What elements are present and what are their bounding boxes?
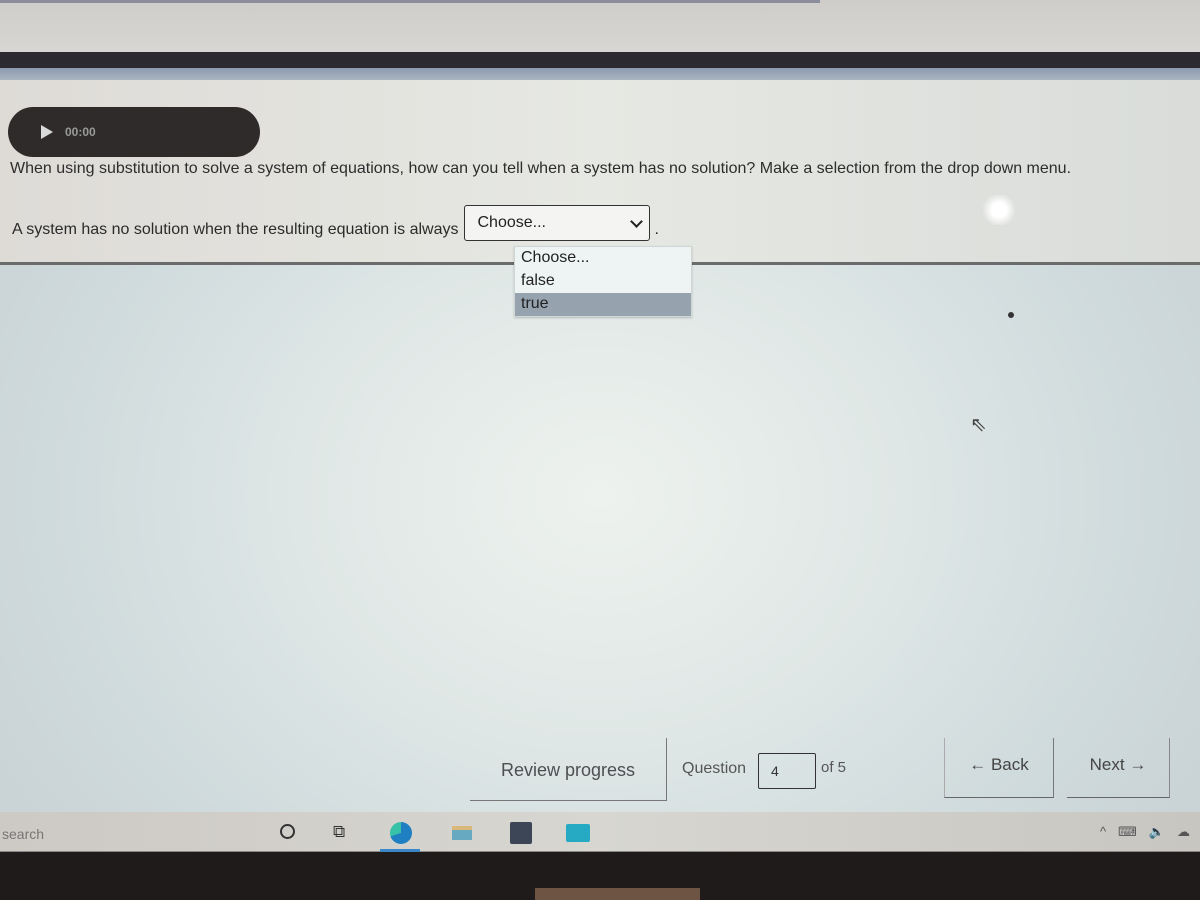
onedrive-icon[interactable]: ☁ [1177,824,1190,840]
answer-select[interactable]: Choose... [464,205,651,241]
screen-dot [1008,312,1014,318]
cortana-icon[interactable] [280,824,295,839]
system-tray: ^ ⌨ 🔈 ☁ [1100,824,1190,840]
header-dark-band [0,52,1200,68]
question-total-label: of 5 [821,759,847,776]
navigation-bar: Review progress Question of 5 ← Back Nex… [0,738,1200,802]
answer-row: A system has no solution when the result… [12,205,659,241]
question-text: When using substitution to solve a syste… [10,160,1072,177]
select-value: Choose... [477,214,546,231]
question-panel: 00:00 When using substitution to solve a… [0,80,1200,265]
taskbar-search[interactable]: search [2,826,44,842]
review-progress-button[interactable]: Review progress [470,738,667,801]
back-button[interactable]: ← Back [944,738,1054,798]
top-line [0,0,820,3]
taskbar: search ⧉ ^ ⌨ 🔈 ☁ [0,812,1200,852]
task-view-icon[interactable]: ⧉ [333,822,345,842]
question-label: Question [682,760,747,777]
keyboard-icon[interactable]: ⌨ [1118,824,1137,840]
dropdown-list: Choose... false true [514,246,692,317]
store-icon[interactable] [510,822,532,844]
show-hidden-icons-icon[interactable]: ^ [1100,824,1106,840]
mail-icon[interactable] [566,824,590,842]
play-icon[interactable] [41,125,53,139]
browser-top-area [0,0,1200,52]
header-blue-band [0,68,1200,80]
dropdown-option-false[interactable]: false [515,270,691,293]
volume-icon[interactable]: 🔈 [1149,824,1165,840]
monitor-bezel [0,852,1200,900]
audio-time: 00:00 [65,125,96,139]
chevron-down-icon [630,215,644,228]
mouse-cursor-icon: ⇖ [970,414,987,436]
edge-icon[interactable] [390,822,412,844]
screen-glare [980,195,1018,225]
question-number-input[interactable] [758,753,816,789]
monitor-logo [535,888,700,900]
dropdown-option-true[interactable]: true [515,293,691,316]
dropdown-option-choose[interactable]: Choose... [515,247,691,270]
next-button[interactable]: Next → [1067,738,1170,798]
answer-prefix: A system has no solution when the result… [12,221,459,238]
file-explorer-icon[interactable] [452,826,472,840]
answer-suffix: . [654,221,659,238]
audio-player[interactable]: 00:00 [8,107,260,157]
